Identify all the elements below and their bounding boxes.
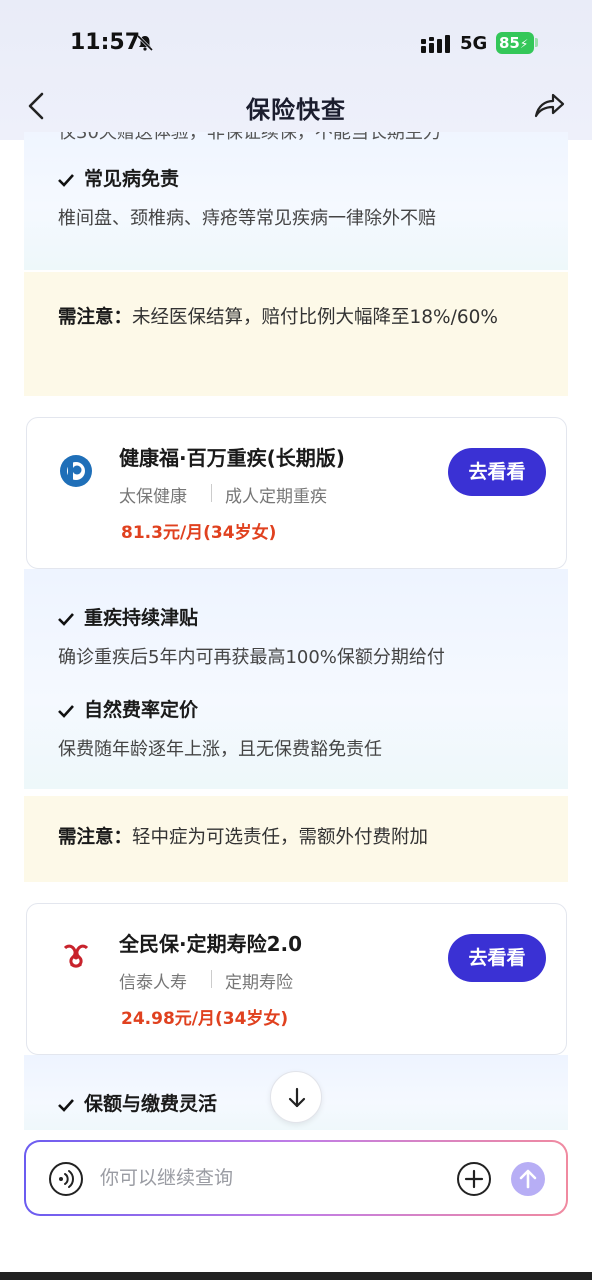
battery-tip [535,38,538,47]
view-product-button[interactable]: 去看看 [448,448,546,496]
notice-label: 需注意： [58,307,133,328]
check-icon [58,1098,74,1112]
cpic-logo-icon [60,455,92,487]
page-title: 保险快查 [246,96,346,124]
status-time: 11:57 [70,30,141,55]
view-product-button[interactable]: 去看看 [448,934,546,982]
network-type: 5G [460,33,488,54]
check-icon [58,704,74,718]
feature-desc: 椎间盘、颈椎病、痔疮等常见疾病一律除外不赔 [58,208,436,229]
divider [211,484,212,502]
notice-text: 需注意：未经医保结算，赔付比例大幅降至18%/60% [58,307,498,328]
chat-content[interactable]: 仅30天赠送体验，非保证续保，不能当长期主力 常见病免责 椎间盘、颈椎病、痔疮等… [0,132,592,1132]
share-icon[interactable] [532,90,566,122]
home-indicator [0,1272,592,1280]
query-box [24,1140,568,1216]
product-price: 24.98元/月(34岁女) [121,1009,289,1029]
partial-feature-desc: 仅30天赠送体验，非保证续保，不能当长期主力 [58,132,441,143]
product-category: 定期寿险 [225,973,293,993]
feature-desc: 确诊重疾后5年内可再获最高100%保额分期给付 [58,647,445,668]
voice-input-icon[interactable] [48,1161,84,1197]
divider [211,970,212,988]
feature-title: 保额与缴费灵活 [58,1089,217,1116]
scroll-to-bottom-button[interactable] [270,1071,322,1123]
feature-section-2: 重疾持续津贴 确诊重疾后5年内可再获最高100%保额分期给付 自然费率定价 保费… [24,569,568,789]
product-title: 健康福·百万重疾(长期版) [119,446,345,470]
feature-title: 重疾持续津贴 [58,603,198,630]
notice-section-1: 需注意：未经医保结算，赔付比例大幅降至18%/60% [24,272,568,396]
check-icon [58,612,74,626]
battery-indicator: 85⚡ [496,32,534,54]
signal-icon [421,35,450,53]
bell-muted-icon [136,34,154,52]
query-box-inner [26,1142,566,1214]
notice-label: 需注意： [58,827,133,848]
feature-title: 自然费率定价 [58,695,198,722]
product-price: 81.3元/月(34岁女) [121,523,277,543]
product-card[interactable]: 健康福·百万重疾(长期版) 太保健康 成人定期重疾 81.3元/月(34岁女) … [26,417,567,569]
status-bar: 11:57 5G 85⚡ [0,0,592,86]
product-card[interactable]: 全民保·定期寿险2.0 信泰人寿 定期寿险 24.98元/月(34岁女) 去看看 [26,903,567,1055]
arrow-down-icon [288,1087,306,1108]
send-icon[interactable] [510,1161,546,1197]
product-category: 成人定期重疾 [225,487,327,507]
product-company: 信泰人寿 [119,973,187,993]
product-title: 全民保·定期寿险2.0 [119,932,303,956]
product-company: 太保健康 [119,487,187,507]
feature-section-1: 仅30天赠送体验，非保证续保，不能当长期主力 常见病免责 椎间盘、颈椎病、痔疮等… [24,132,568,270]
feature-desc: 保费随年龄逐年上涨，且无保费豁免责任 [58,739,382,760]
notice-text: 需注意：轻中症为可选责任，需额外付费附加 [58,827,429,848]
add-icon[interactable] [456,1161,492,1197]
check-icon [58,173,74,187]
notice-section-2: 需注意：轻中症为可选责任，需额外付费附加 [24,796,568,882]
xintai-logo-icon [63,944,89,968]
battery-level: 85 [499,34,520,52]
query-input[interactable] [100,1158,440,1198]
feature-title: 常见病免责 [58,164,179,191]
